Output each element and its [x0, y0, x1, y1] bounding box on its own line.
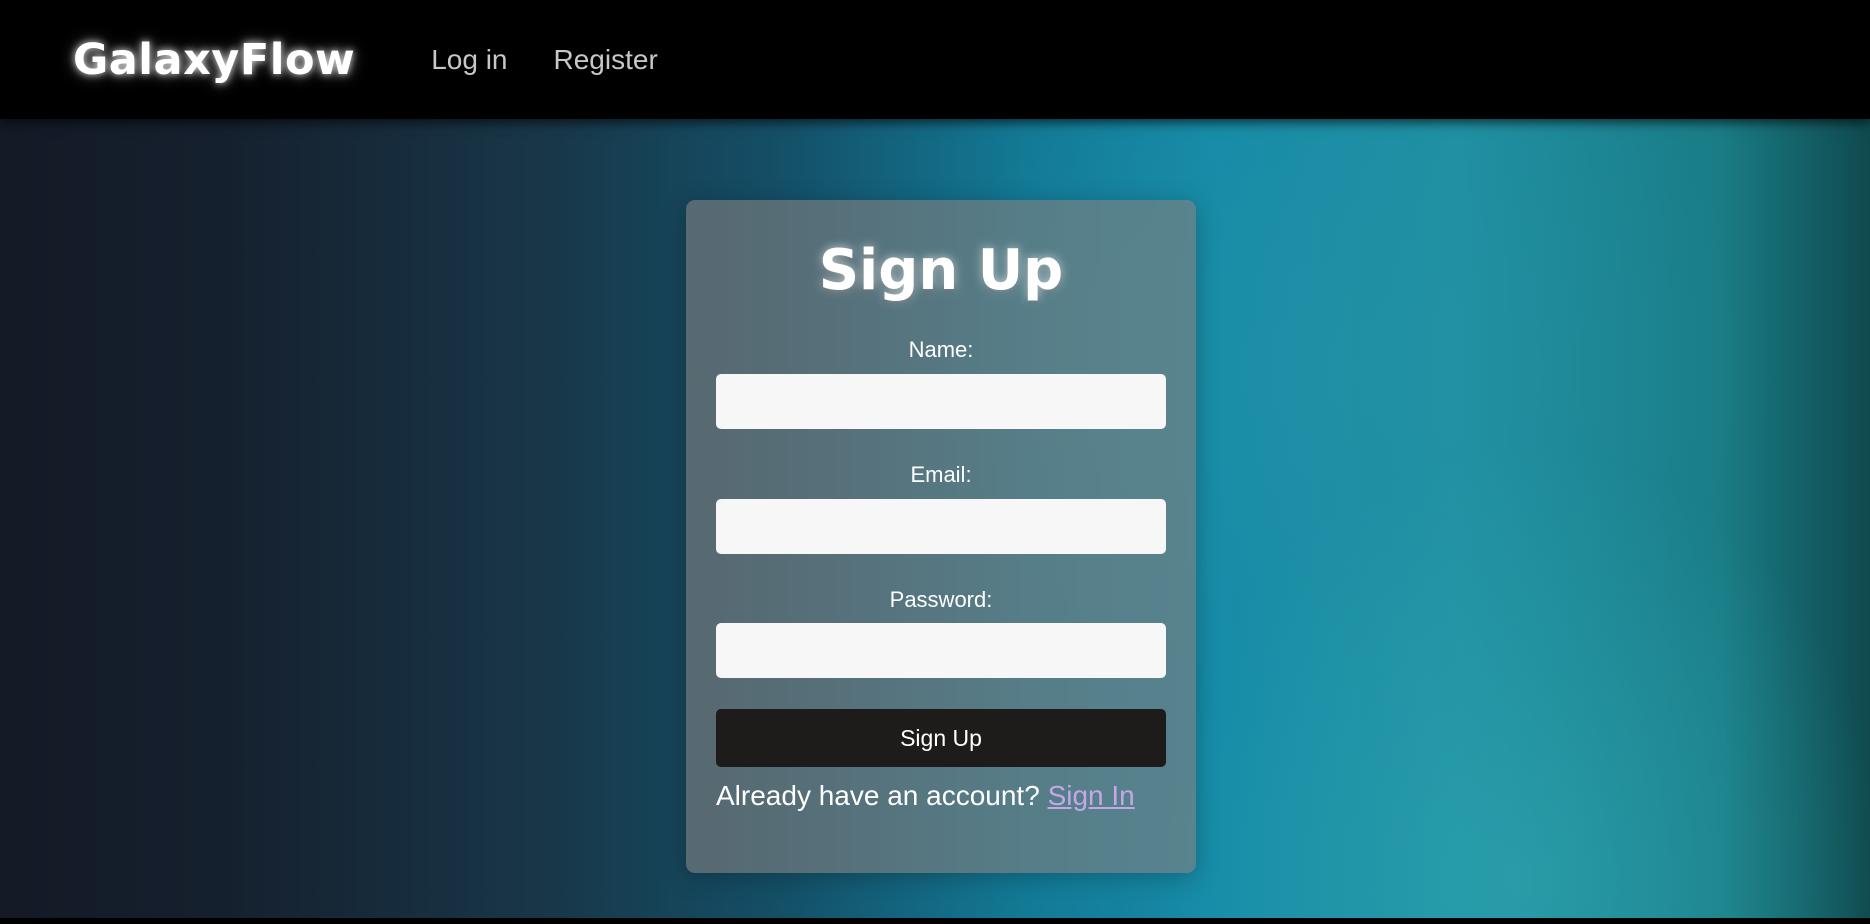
account-prompt-line: Already have an account? Sign In — [716, 780, 1135, 812]
name-input[interactable] — [716, 374, 1166, 429]
email-input[interactable] — [716, 499, 1166, 554]
top-navbar: GalaxyFlow Log in Register — [0, 0, 1870, 119]
signin-link[interactable]: Sign In — [1048, 780, 1135, 811]
brand-logo[interactable]: GalaxyFlow — [73, 35, 355, 85]
password-label: Password: — [889, 587, 993, 612]
nav-login-link[interactable]: Log in — [431, 44, 507, 76]
signup-button[interactable]: Sign Up — [716, 709, 1166, 767]
email-label: Email: — [910, 462, 972, 487]
signup-card: Sign Up Name: Email: Password: Sign Up A… — [686, 200, 1196, 873]
signup-title: Sign Up — [818, 238, 1064, 303]
hero-background: Sign Up Name: Email: Password: Sign Up A… — [0, 119, 1870, 918]
nav-register-link[interactable]: Register — [554, 44, 658, 76]
password-input[interactable] — [716, 623, 1166, 678]
account-prompt-text: Already have an account? — [716, 780, 1040, 811]
name-label: Name: — [908, 337, 974, 362]
bottom-edge — [0, 918, 1870, 924]
